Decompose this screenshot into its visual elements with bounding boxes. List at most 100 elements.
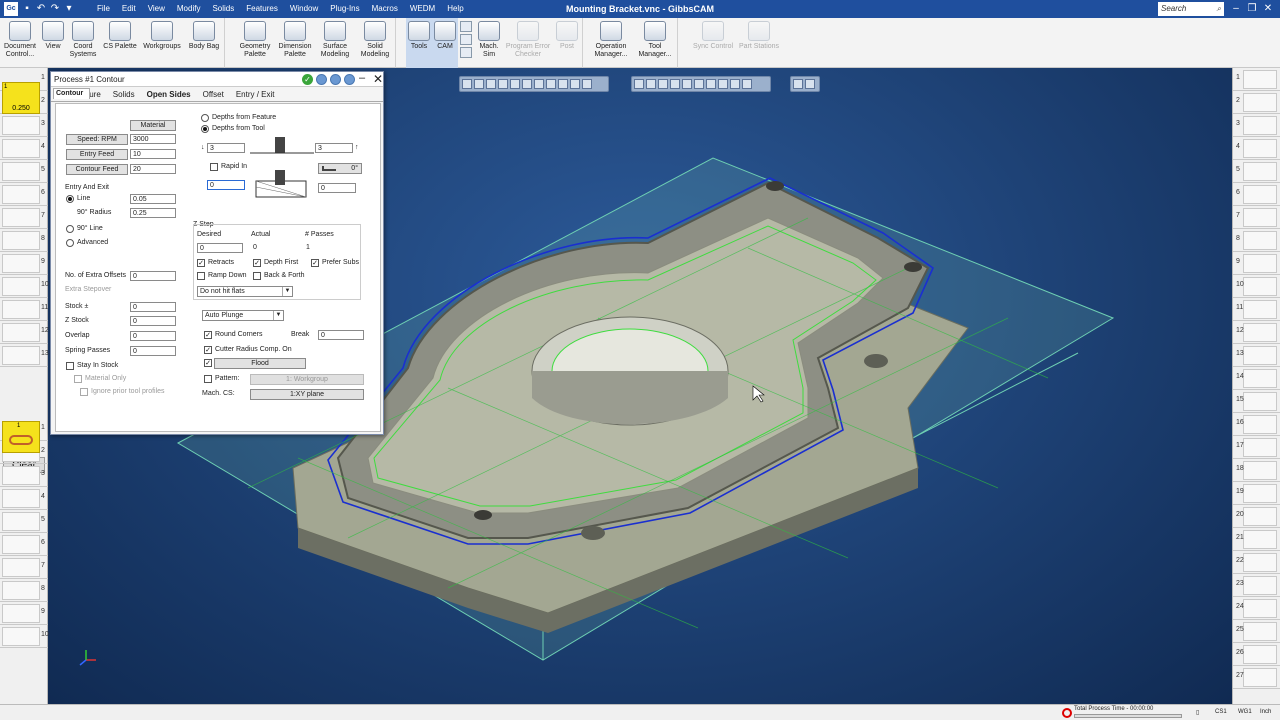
depth-top-left-field[interactable]: 3 xyxy=(207,143,245,153)
ramp-down-checkbox[interactable] xyxy=(197,272,205,280)
station-tile[interactable]: 9 xyxy=(1233,252,1280,275)
flood-button[interactable]: Flood xyxy=(214,358,306,369)
process-tile[interactable]: 4 xyxy=(0,487,48,510)
station-tile[interactable]: 13 xyxy=(1233,344,1280,367)
pattern-checkbox[interactable] xyxy=(204,375,212,383)
entry-feed-button[interactable]: Entry Feed xyxy=(66,149,128,160)
coolant-checkbox[interactable]: ✓ xyxy=(204,359,212,367)
small-tool-icon[interactable] xyxy=(460,34,472,45)
station-tile[interactable]: 24 xyxy=(1233,597,1280,620)
entry-angle-button[interactable]: 0° xyxy=(318,163,362,174)
contour-feed-button[interactable]: Contour Feed xyxy=(66,164,128,175)
document-control-button[interactable]: Document Control... xyxy=(0,18,40,68)
line-length-field[interactable]: 0.05 xyxy=(130,194,176,204)
ok-check-icon[interactable]: ✓ xyxy=(302,74,313,85)
tab-offset[interactable]: Offset xyxy=(197,88,230,101)
tool-tile[interactable]: 5 xyxy=(0,160,48,183)
contour-feed-field[interactable]: 20 xyxy=(130,164,176,174)
view-tool-icon[interactable] xyxy=(582,79,592,89)
geometry-palette-button[interactable]: Geometry Palette xyxy=(235,18,275,68)
station-tile[interactable]: 22 xyxy=(1233,551,1280,574)
station-tile[interactable]: 5 xyxy=(1233,160,1280,183)
depths-from-tool-radio[interactable] xyxy=(201,125,209,133)
station-tile[interactable]: 12 xyxy=(1233,321,1280,344)
menu-file[interactable]: File xyxy=(91,0,116,18)
view-tool-icon[interactable] xyxy=(522,79,532,89)
units-indicator[interactable]: Inch xyxy=(1260,709,1271,715)
process-tile[interactable]: 3 xyxy=(0,464,48,487)
display-mode-icon[interactable] xyxy=(658,79,668,89)
material-only-checkbox[interactable] xyxy=(74,375,82,383)
display-mode-icon[interactable] xyxy=(694,79,704,89)
view-tool-icon[interactable] xyxy=(534,79,544,89)
menu-features[interactable]: Features xyxy=(240,0,284,18)
speed-rpm-button[interactable]: Speed: RPM xyxy=(66,134,128,145)
tool-tile[interactable]: 11 xyxy=(0,298,48,321)
depths-from-feature-radio[interactable] xyxy=(201,114,209,122)
tool-tile[interactable]: 8 xyxy=(0,229,48,252)
menu-view[interactable]: View xyxy=(142,0,171,18)
station-tile[interactable]: 21 xyxy=(1233,528,1280,551)
mach-cs-button[interactable]: 1:XY plane xyxy=(250,389,364,400)
tool-tile[interactable]: 9 xyxy=(0,252,48,275)
stop-process-icon[interactable] xyxy=(1062,708,1072,718)
station-tile[interactable]: 8 xyxy=(1233,229,1280,252)
cutter-comp-checkbox[interactable]: ✓ xyxy=(204,346,212,354)
display-mode-icon[interactable] xyxy=(718,79,728,89)
stay-in-stock-checkbox[interactable] xyxy=(66,362,74,370)
material-button[interactable]: Material xyxy=(130,120,176,131)
process-tile[interactable]: 10 xyxy=(0,625,49,648)
menu-solids[interactable]: Solids xyxy=(206,0,240,18)
station-tile[interactable]: 16 xyxy=(1233,413,1280,436)
body-bag-button[interactable]: Body Bag xyxy=(184,18,224,68)
sync-control-button[interactable]: Sync Control xyxy=(690,18,736,68)
view-tool-icon[interactable] xyxy=(510,79,520,89)
surface-modeling-button[interactable]: Surface Modeling xyxy=(315,18,355,68)
station-tile[interactable]: 2 xyxy=(1233,91,1280,114)
view-tool-icon[interactable] xyxy=(462,79,472,89)
save-icon[interactable]: ▪ xyxy=(21,3,33,15)
station-tile[interactable]: 25 xyxy=(1233,620,1280,643)
coord-systems-button[interactable]: Coord Systems xyxy=(66,18,100,68)
tool-tile[interactable]: 7 xyxy=(0,206,48,229)
tools-button[interactable]: Tools xyxy=(406,18,432,68)
process-tile[interactable]: 7 xyxy=(0,556,48,579)
machine-sim-button[interactable]: Mach. Sim xyxy=(474,18,504,68)
solid-modeling-button[interactable]: Solid Modeling xyxy=(355,18,395,68)
round-corners-checkbox[interactable]: ✓ xyxy=(204,331,212,339)
search-icon[interactable]: ⌕ xyxy=(1217,2,1221,16)
depth-top-right-field[interactable]: 3 xyxy=(315,143,353,153)
prefer-subs-checkbox[interactable]: ✓ xyxy=(311,259,319,267)
quick-access-dropdown-icon[interactable]: ▾ xyxy=(63,3,75,15)
speed-rpm-field[interactable]: 3000 xyxy=(130,134,176,144)
depth-first-checkbox[interactable]: ✓ xyxy=(253,259,261,267)
tab-open-sides[interactable]: Open Sides xyxy=(141,88,197,101)
retracts-checkbox[interactable]: ✓ xyxy=(197,259,205,267)
view-tool-icon[interactable] xyxy=(498,79,508,89)
tool-tile[interactable]: 13 xyxy=(0,344,49,367)
tab-solids[interactable]: Solids xyxy=(107,88,141,101)
small-tool-icon[interactable] xyxy=(460,47,472,58)
cs-palette-button[interactable]: CS Palette xyxy=(100,18,140,68)
cam-button[interactable]: CAM xyxy=(432,18,458,68)
menu-modify[interactable]: Modify xyxy=(171,0,207,18)
menu-help[interactable]: Help xyxy=(441,0,469,18)
program-error-checker-button[interactable]: Program Error Checker xyxy=(504,18,552,68)
station-tile[interactable]: 18 xyxy=(1233,459,1280,482)
close-icon[interactable]: ✕ xyxy=(1260,0,1276,18)
break-field[interactable]: 0 xyxy=(318,330,364,340)
line-radio[interactable] xyxy=(66,195,74,203)
view-tool-icon[interactable] xyxy=(486,79,496,89)
zoom-fit-icon[interactable] xyxy=(793,79,803,89)
help-icon[interactable] xyxy=(805,79,815,89)
station-tile[interactable]: 26 xyxy=(1233,643,1280,666)
stock-field[interactable]: 0 xyxy=(130,302,176,312)
minimize-icon[interactable]: – xyxy=(1228,0,1244,18)
dialog-info-icon[interactable] xyxy=(344,74,355,85)
menu-macros[interactable]: Macros xyxy=(366,0,404,18)
menu-window[interactable]: Window xyxy=(284,0,324,18)
menu-wedm[interactable]: WEDM xyxy=(404,0,441,18)
station-tile[interactable]: 14 xyxy=(1233,367,1280,390)
advanced-radio[interactable] xyxy=(66,239,74,247)
small-tool-icon[interactable] xyxy=(460,21,472,32)
